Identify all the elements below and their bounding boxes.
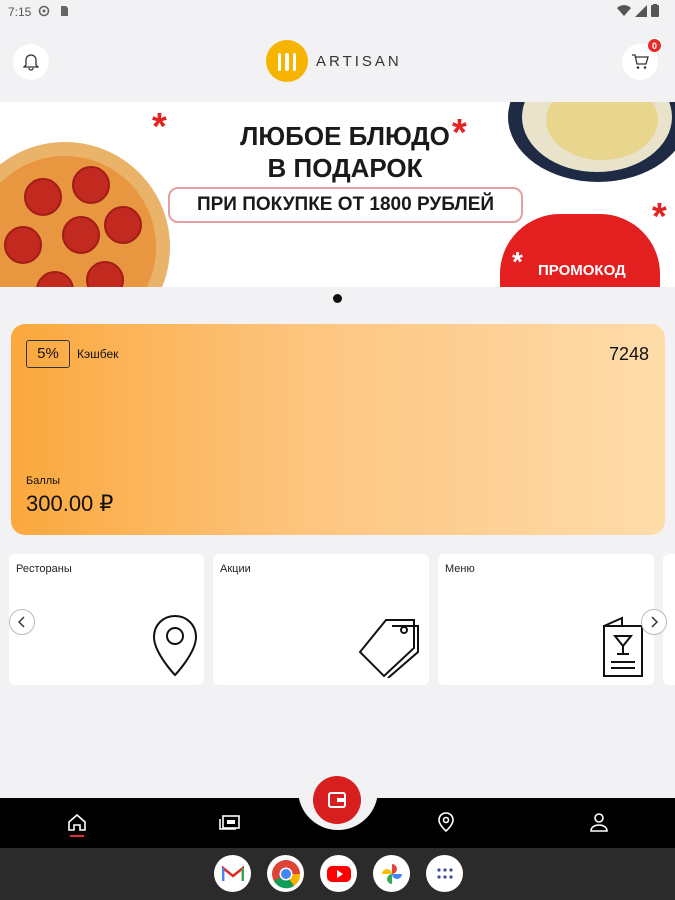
card-number: 7248	[608, 344, 649, 364]
banner-headline: ЛЮБОЕ БЛЮДО В ПОДАРОК	[240, 121, 450, 183]
wallet-icon	[328, 792, 346, 808]
chrome-app[interactable]	[267, 855, 304, 892]
nav-active-indicator	[70, 835, 84, 837]
status-bar: 7:15	[0, 0, 675, 24]
balance-label: Баллы	[26, 475, 61, 487]
battery-icon	[651, 4, 659, 17]
pizza-image	[0, 142, 170, 287]
gmail-icon	[221, 865, 244, 881]
sim-status-icon	[61, 6, 68, 16]
banner-condition: ПРИ ПОКУПКЕ ОТ 1800 РУБЛЕЙ	[168, 187, 523, 223]
cart-count-badge: 0	[647, 38, 662, 53]
app-drawer[interactable]	[426, 855, 463, 892]
tile-menu[interactable]: Меню	[438, 554, 654, 685]
artisan-logo: ARTISAN	[266, 40, 402, 82]
asterisk-decor-icon: *	[512, 246, 523, 277]
carousel-indicator[interactable]	[333, 294, 342, 303]
settings-status-icon	[38, 5, 50, 17]
nav-profile[interactable]	[587, 810, 611, 834]
nav-locations[interactable]	[434, 810, 458, 834]
nav-home[interactable]	[65, 810, 89, 834]
asterisk-decor-icon: *	[152, 106, 167, 148]
cashback-percent: 5%	[26, 340, 70, 368]
quick-links: Рестораны Акции Меню	[0, 554, 675, 686]
asterisk-decor-icon: *	[652, 196, 667, 238]
profile-icon	[590, 813, 608, 832]
cart-icon	[632, 54, 649, 69]
chevron-left-icon	[18, 616, 25, 628]
cashback-label: Кэшбек	[77, 347, 119, 361]
youtube-app[interactable]	[320, 855, 357, 892]
tile-restaurants[interactable]: Рестораны	[9, 554, 204, 685]
tags-icon	[358, 619, 419, 678]
status-time: 7:15	[8, 5, 32, 19]
home-icon	[68, 813, 86, 831]
photos-icon	[381, 863, 402, 884]
photos-app[interactable]	[373, 855, 410, 892]
cart-button[interactable]: 0	[622, 38, 662, 80]
chevron-right-icon	[651, 616, 658, 628]
logo-cutlery-icon	[266, 40, 308, 82]
pasta-plate-image	[508, 102, 675, 182]
cashback-card[interactable]: 5% Кэшбек 7248 Баллы 300.00 ₽	[11, 324, 665, 535]
scroll-left-button[interactable]	[9, 609, 35, 635]
news-icon	[219, 815, 240, 830]
youtube-icon	[326, 865, 351, 882]
bell-icon	[23, 54, 39, 71]
app-header: ARTISAN 0	[0, 24, 675, 102]
tile-title: Акции	[220, 563, 251, 575]
tile-title: Рестораны	[16, 563, 72, 575]
nav-news[interactable]	[218, 810, 242, 834]
scroll-right-button[interactable]	[641, 609, 667, 635]
tile-title: Меню	[445, 563, 475, 575]
balance-value: 300.00 ₽	[26, 491, 114, 516]
notifications-button[interactable]	[13, 44, 49, 80]
location-pin-icon	[152, 614, 198, 677]
wifi-icon	[617, 4, 631, 16]
tile-promotions[interactable]: Акции	[213, 554, 429, 685]
signal-icon	[635, 4, 647, 17]
location-icon	[438, 812, 454, 832]
wallet-button[interactable]	[313, 776, 361, 824]
promo-banner[interactable]: * * * ЛЮБОЕ БЛЮДО В ПОДАРОК ПРИ ПОКУПКЕ …	[0, 102, 675, 287]
logo-text: ARTISAN	[316, 52, 402, 70]
chrome-icon	[271, 859, 300, 888]
promo-code-label: ПРОМОКОД	[538, 262, 626, 279]
gmail-app[interactable]	[214, 855, 251, 892]
apps-icon	[436, 867, 453, 879]
